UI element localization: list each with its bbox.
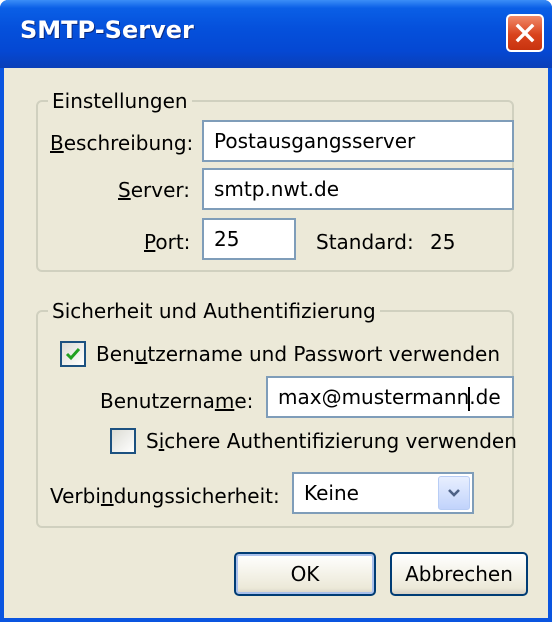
server-input[interactable]: smtp.nwt.de [202, 168, 514, 210]
close-icon [515, 23, 535, 43]
port-label: Port: [144, 230, 191, 254]
standard-port-value: 25 [430, 230, 456, 254]
description-label: Beschreibung: [50, 131, 194, 155]
connection-security-label: Verbindungssicherheit: [50, 484, 280, 508]
use-credentials-label[interactable]: Benutzername und Passwort verwenden [96, 341, 500, 367]
secure-auth-checkbox[interactable] [110, 428, 136, 454]
secure-auth-label[interactable]: Sichere Authentifizierung verwenden [146, 428, 517, 454]
description-value: Postausgangsserver [214, 129, 416, 153]
description-input[interactable]: Postausgangsserver [202, 120, 514, 162]
dropdown-button[interactable] [438, 476, 470, 510]
username-label: Benutzername: [100, 389, 254, 413]
username-input[interactable]: max@mustermann.de [266, 376, 514, 418]
settings-group-legend: Einstellungen [48, 88, 192, 114]
security-group-legend: Sicherheit und Authentifizierung [48, 298, 380, 324]
use-credentials-checkbox[interactable] [60, 341, 86, 367]
port-value: 25 [214, 227, 240, 251]
server-value: smtp.nwt.de [214, 177, 340, 201]
ok-button[interactable]: OK [234, 552, 376, 596]
chevron-down-icon [448, 489, 460, 497]
smtp-server-dialog: SMTP-Server Einstellungen Beschreibung: … [0, 0, 552, 622]
server-label: Server: [118, 178, 190, 202]
checkmark-icon [65, 348, 81, 361]
cancel-button[interactable]: Abbrechen [390, 552, 528, 596]
connection-security-select[interactable]: Keine [292, 472, 474, 514]
connection-security-value: Keine [304, 481, 359, 505]
port-input[interactable]: 25 [202, 218, 296, 260]
close-button[interactable] [506, 14, 544, 52]
window-title: SMTP-Server [20, 16, 194, 44]
title-bar[interactable]: SMTP-Server [0, 0, 552, 68]
standard-label: Standard: [316, 230, 414, 254]
